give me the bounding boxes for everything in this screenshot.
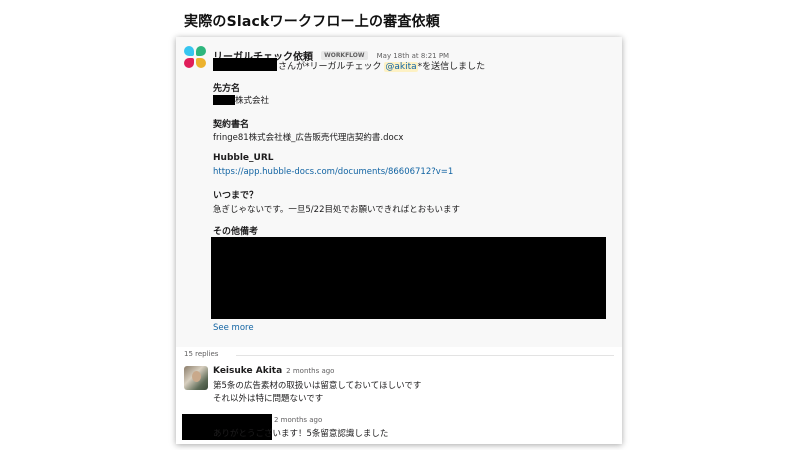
client-value: 株式会社	[235, 96, 270, 106]
slack-thread-card: リーガルチェック依頼 WORKFLOW May 18th at 8:21 PM …	[176, 37, 622, 444]
avatar[interactable]	[184, 366, 208, 390]
see-more-link[interactable]: See more	[213, 323, 254, 333]
reply-author[interactable]: Keisuke Akita 2 months ago	[213, 366, 334, 376]
client-label: 先方名	[213, 84, 241, 94]
redacted-client-name	[213, 95, 235, 105]
reply-time[interactable]: 2 months ago	[286, 367, 334, 375]
sent-suffix: *を送信しました	[417, 62, 486, 72]
deadline-value: 急ぎじゃないです。一旦5/22目処でお願いできればとおもいます	[213, 205, 461, 215]
user-mention[interactable]: @akita	[384, 62, 418, 72]
deadline-label: いつまで？	[213, 191, 259, 201]
reply-text-line: ありがとうございます！5条留意認識しました	[213, 429, 389, 439]
redacted-notes	[211, 237, 606, 319]
slide-title: 実際のSlackワークフロー上の審査依頼	[184, 14, 440, 30]
sent-prefix: さんが*リーガルチェック	[278, 62, 385, 72]
workflow-message: リーガルチェック依頼 WORKFLOW May 18th at 8:21 PM …	[176, 37, 622, 347]
hubble-label: Hubble_URL	[213, 153, 274, 163]
sent-line: さんが*リーガルチェック @akita*を送信しました	[278, 59, 485, 72]
replies-divider	[236, 355, 614, 356]
reply-time[interactable]: 2 months ago	[274, 416, 322, 424]
slack-logo-icon	[184, 46, 208, 70]
other-notes-label: その他備考	[213, 227, 259, 237]
reply-text-line: それ以外は特に問題ないです	[213, 394, 324, 404]
redacted-username	[213, 58, 277, 71]
reply-text-line: 第5条の広告素材の取扱いは留意しておいてほしいです	[213, 381, 422, 391]
contract-label: 契約書名	[213, 120, 250, 130]
hubble-url-link[interactable]: https://app.hubble-docs.com/documents/86…	[213, 167, 453, 177]
reply-author-name[interactable]: Keisuke Akita	[213, 366, 282, 376]
contract-value: fringe81株式会社様_広告販売代理店契約書.docx	[213, 133, 404, 143]
replies-count[interactable]: 15 replies	[184, 350, 218, 358]
